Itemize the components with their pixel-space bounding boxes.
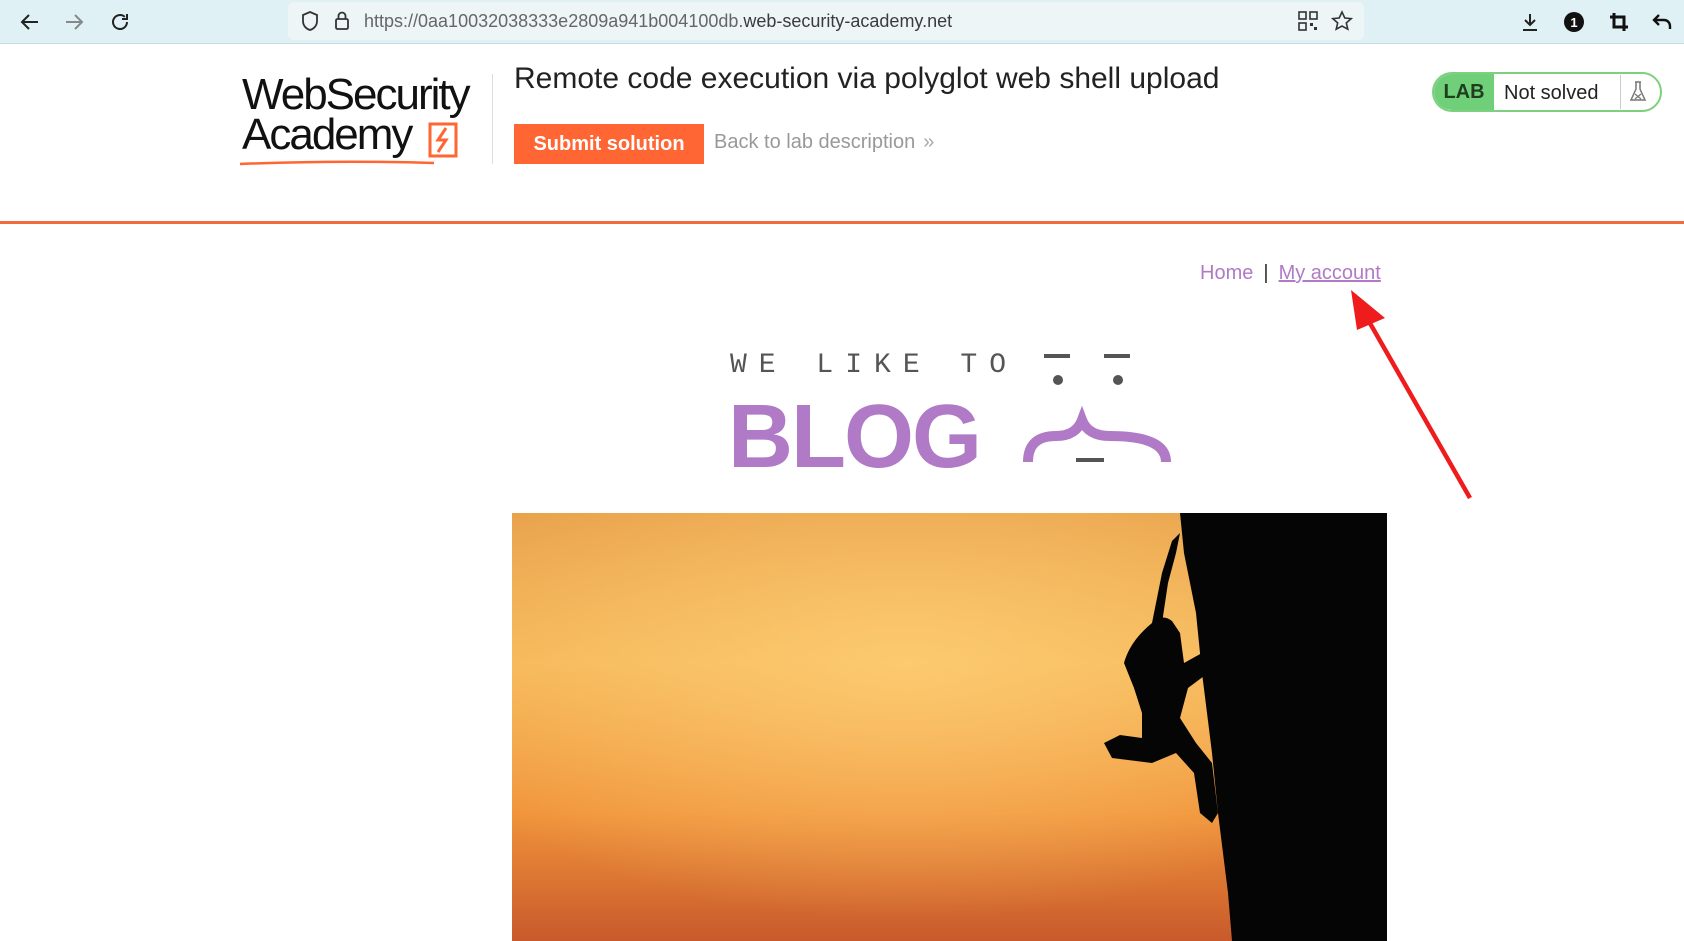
url-domain: web-security-academy.net <box>743 11 953 31</box>
submit-solution-button[interactable]: Submit solution <box>514 124 704 164</box>
logo-underline <box>239 160 435 166</box>
blog-top-nav: Home | My account <box>1200 262 1388 285</box>
forward-arrow-icon[interactable] <box>58 6 90 38</box>
web-security-academy-logo[interactable]: WebSecurity Academy <box>238 70 488 170</box>
home-link[interactable]: Home <box>1200 262 1253 284</box>
logo-line-2: Academy <box>242 110 413 159</box>
blog-hero-image[interactable] <box>512 513 1387 941</box>
extension-badge-count: 1 <box>1570 15 1577 30</box>
red-annotation-arrow <box>1351 290 1472 500</box>
lab-status-widget: LAB Not solved <box>1432 72 1662 112</box>
browser-toolbar: https://0aa10032038333e2809a941b004100db… <box>0 0 1684 44</box>
undo-icon[interactable] <box>1648 8 1676 36</box>
double-chevron-right-icon: » <box>923 131 935 153</box>
lock-icon[interactable] <box>328 7 356 35</box>
header-divider <box>492 74 493 164</box>
qr-code-icon[interactable] <box>1294 7 1322 35</box>
download-icon[interactable] <box>1516 8 1544 36</box>
my-account-link[interactable]: My account <box>1279 262 1381 284</box>
lightning-bolt-icon <box>428 122 458 158</box>
lab-badge: LAB <box>1434 74 1494 110</box>
reload-icon[interactable] <box>104 6 136 38</box>
nav-separator: | <box>1263 262 1269 284</box>
lab-title: Remote code execution via polyglot web s… <box>514 62 1220 95</box>
blog-tagline: WE LIKE TO <box>730 350 1019 381</box>
extension-badge-icon[interactable]: 1 <box>1560 8 1588 36</box>
lab-header: WebSecurity Academy Remote code executio… <box>0 44 1684 224</box>
back-arrow-icon[interactable] <box>14 6 46 38</box>
url-prefix: https://0aa10032038333e2809a941b004100db… <box>364 11 744 31</box>
back-to-lab-description-link[interactable]: Back to lab description » <box>714 131 934 154</box>
crop-icon[interactable] <box>1605 8 1633 36</box>
blog-face-icon <box>1023 354 1171 463</box>
url-text[interactable]: https://0aa10032038333e2809a941b004100db… <box>364 11 952 32</box>
lab-status-text: Not solved <box>1504 82 1599 104</box>
blog-logo: WE LIKE TO BLOG <box>728 350 1171 487</box>
blog-title: BLOG <box>728 387 982 487</box>
shield-icon[interactable] <box>296 7 324 35</box>
bookmark-star-icon[interactable] <box>1328 7 1356 35</box>
flask-icon <box>1620 75 1654 109</box>
back-link-label: Back to lab description <box>714 131 916 153</box>
address-bar[interactable]: https://0aa10032038333e2809a941b004100db… <box>288 2 1364 40</box>
